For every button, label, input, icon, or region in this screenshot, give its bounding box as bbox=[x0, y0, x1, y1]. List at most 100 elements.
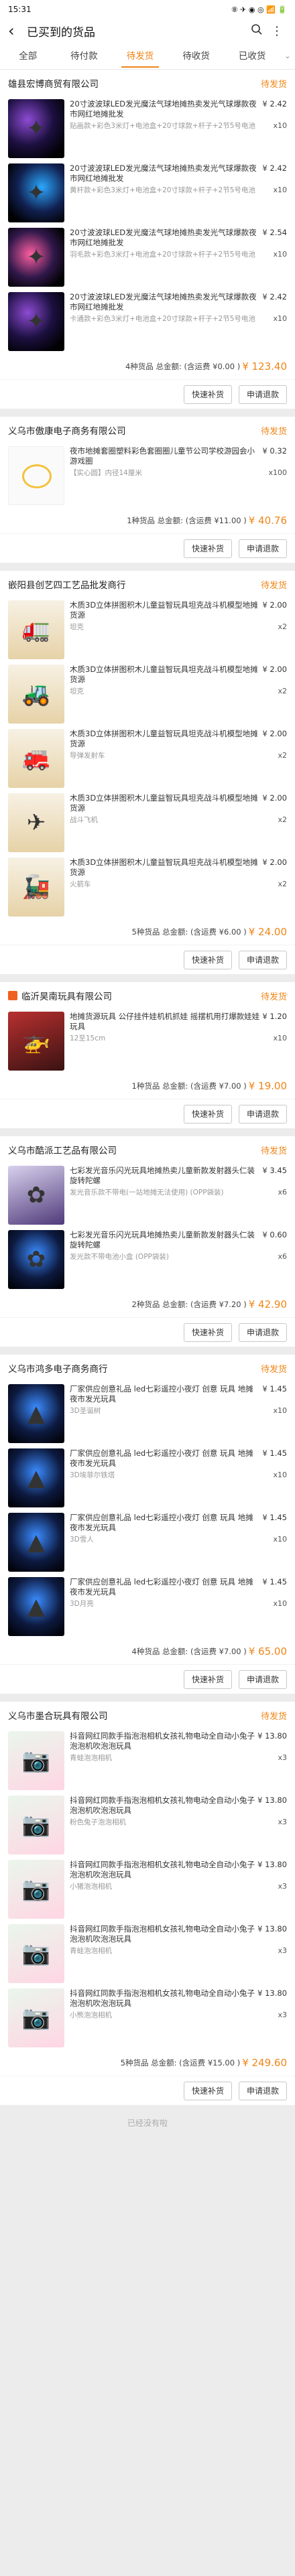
order-item[interactable]: ✦ 20寸波波球LED发光魔法气球地摊热卖发光气球爆款夜市网红地摊批发 ¥ 2.42… bbox=[0, 96, 295, 161]
product-thumbnail[interactable]: 📷 bbox=[8, 1860, 64, 1919]
order-item[interactable]: ✿ 七彩发光音乐闪光玩具地摊热卖儿童新款发射器头仁装旋转陀螺 ¥ 0.60 发光款不带… bbox=[0, 1227, 295, 1292]
request-refund-button[interactable]: 申请退款 bbox=[238, 950, 287, 969]
product-thumbnail[interactable]: ▲ bbox=[8, 1513, 64, 1572]
quick-restock-button[interactable]: 快速补货 bbox=[183, 385, 232, 404]
order-item[interactable]: ▲ 厂家供应创意礼品 led七彩遥控小夜灯 创意 玩具 地摊夜市发光玩具 ¥ 1.4… bbox=[0, 1381, 295, 1446]
product-name[interactable]: 夜市地摊套圈塑料彩色套圈圈儿童节公司学校游园会小游戏圈 bbox=[70, 446, 262, 466]
product-thumbnail[interactable]: ✈ bbox=[8, 793, 64, 852]
product-name[interactable]: 20寸波波球LED发光魔法气球地摊热卖发光气球爆款夜市网红地摊批发 bbox=[70, 163, 262, 184]
shop-name[interactable]: 义乌市酷派工艺品有限公司 bbox=[8, 1143, 261, 1156]
order-item[interactable]: ✿ 七彩发光音乐闪光玩具地摊热卖儿童新款发射器头仁装旋转陀螺 ¥ 3.45 发光音乐款… bbox=[0, 1163, 295, 1227]
product-thumbnail[interactable]: 🚁 bbox=[8, 1012, 64, 1071]
product-name[interactable]: 厂家供应创意礼品 led七彩遥控小夜灯 创意 玩具 地摊夜市发光玩具 bbox=[70, 1384, 262, 1404]
product-name[interactable]: 厂家供应创意礼品 led七彩遥控小夜灯 创意 玩具 地摊夜市发光玩具 bbox=[70, 1577, 262, 1597]
product-name[interactable]: 厂家供应创意礼品 led七彩遥控小夜灯 创意 玩具 地摊夜市发光玩具 bbox=[70, 1448, 262, 1469]
product-thumbnail[interactable]: 📷 bbox=[8, 1924, 64, 1983]
product-name[interactable]: 地摊货源玩具 公仔挂件娃机机抓娃 摇摆机用打爆款娃娃玩具 bbox=[70, 1012, 262, 1032]
shop-header[interactable]: 义乌市傲康电子商务有限公司 待发货 bbox=[0, 417, 295, 444]
shop-name[interactable]: 临沂昊南玩具有限公司 bbox=[21, 989, 261, 1002]
product-thumbnail[interactable]: ▲ bbox=[8, 1384, 64, 1443]
product-name[interactable]: 七彩发光音乐闪光玩具地摊热卖儿童新款发射器头仁装旋转陀螺 bbox=[70, 1230, 262, 1250]
quick-restock-button[interactable]: 快速补货 bbox=[183, 1104, 232, 1124]
order-item[interactable]: 🚒 木质3D立体拼图积木儿童益智玩具坦克战斗机模型地摊货源 ¥ 2.00 导弹发射车 x… bbox=[0, 726, 295, 791]
product-name[interactable]: 抖音网红同款手指泡泡相机女孩礼物电动全自动小兔子泡泡机吹泡泡玩具 bbox=[70, 1731, 257, 1751]
order-item[interactable]: 夜市地摊套圈塑料彩色套圈圈儿童节公司学校游园会小游戏圈 ¥ 0.32 【实心圆】内径… bbox=[0, 444, 295, 508]
order-item[interactable]: ✦ 20寸波波球LED发光魔法气球地摊热卖发光气球爆款夜市网红地摊批发 ¥ 2.42… bbox=[0, 161, 295, 225]
product-thumbnail[interactable]: ✦ bbox=[8, 99, 64, 158]
quick-restock-button[interactable]: 快速补货 bbox=[183, 539, 232, 558]
chevron-down-icon[interactable]: ⌄ bbox=[280, 43, 295, 70]
tab-all[interactable]: 全部 bbox=[0, 43, 56, 70]
shop-name[interactable]: 嵌阳县创艺四工艺品批发商行 bbox=[8, 578, 261, 591]
product-thumbnail[interactable] bbox=[8, 446, 64, 505]
quick-restock-button[interactable]: 快速补货 bbox=[183, 1670, 232, 1689]
request-refund-button[interactable]: 申请退款 bbox=[238, 1323, 287, 1342]
product-name[interactable]: 木质3D立体拼图积木儿童益智玩具坦克战斗机模型地摊货源 bbox=[70, 600, 262, 620]
product-thumbnail[interactable]: 🚛 bbox=[8, 600, 64, 659]
tab-pending-receipt[interactable]: 待收货 bbox=[168, 43, 225, 70]
product-thumbnail[interactable]: ✿ bbox=[8, 1230, 64, 1289]
shop-name[interactable]: 义乌市鸿多电子商务商行 bbox=[8, 1361, 261, 1375]
product-thumbnail[interactable]: ✦ bbox=[8, 163, 64, 222]
product-name[interactable]: 木质3D立体拼图积木儿童益智玩具坦克战斗机模型地摊货源 bbox=[70, 665, 262, 685]
product-name[interactable]: 抖音网红同款手指泡泡相机女孩礼物电动全自动小兔子泡泡机吹泡泡玩具 bbox=[70, 1795, 257, 1816]
product-name[interactable]: 抖音网红同款手指泡泡相机女孩礼物电动全自动小兔子泡泡机吹泡泡玩具 bbox=[70, 1988, 257, 2009]
request-refund-button[interactable]: 申请退款 bbox=[238, 539, 287, 558]
order-item[interactable]: 📷 抖音网红同款手指泡泡相机女孩礼物电动全自动小兔子泡泡机吹泡泡玩具 ¥ 13.80… bbox=[0, 1857, 295, 1921]
product-name[interactable]: 七彩发光音乐闪光玩具地摊热卖儿童新款发射器头仁装旋转陀螺 bbox=[70, 1166, 262, 1186]
order-item[interactable]: ✈ 木质3D立体拼图积木儿童益智玩具坦克战斗机模型地摊货源 ¥ 2.00 战斗飞机 x2 bbox=[0, 791, 295, 855]
shop-header[interactable]: 义乌市墨合玩具有限公司 待发货 bbox=[0, 1702, 295, 1728]
product-thumbnail[interactable]: 🚂 bbox=[8, 858, 64, 917]
request-refund-button[interactable]: 申请退款 bbox=[238, 1670, 287, 1689]
order-item[interactable]: 🚁 地摊货源玩具 公仔挂件娃机机抓娃 摇摆机用打爆款娃娃玩具 ¥ 1.20 12至15… bbox=[0, 1009, 295, 1073]
product-thumbnail[interactable]: 🚜 bbox=[8, 665, 64, 724]
shop-header[interactable]: 义乌市酷派工艺品有限公司 待发货 bbox=[0, 1136, 295, 1163]
order-item[interactable]: ✦ 20寸波波球LED发光魔法气球地摊热卖发光气球爆款夜市网红地摊批发 ¥ 2.42… bbox=[0, 289, 295, 354]
product-thumbnail[interactable]: 📷 bbox=[8, 1731, 64, 1790]
product-name[interactable]: 木质3D立体拼图积木儿童益智玩具坦克战斗机模型地摊货源 bbox=[70, 858, 262, 878]
shop-name[interactable]: 义乌市墨合玩具有限公司 bbox=[8, 1708, 261, 1722]
tab-pending-payment[interactable]: 待付款 bbox=[56, 43, 113, 70]
order-item[interactable]: 📷 抖音网红同款手指泡泡相机女孩礼物电动全自动小兔子泡泡机吹泡泡玩具 ¥ 13.80… bbox=[0, 1728, 295, 1793]
search-icon[interactable] bbox=[247, 23, 267, 39]
order-item[interactable]: 🚛 木质3D立体拼图积木儿童益智玩具坦克战斗机模型地摊货源 ¥ 2.00 坦克 x2 bbox=[0, 598, 295, 662]
product-thumbnail[interactable]: ✦ bbox=[8, 228, 64, 287]
order-item[interactable]: 🚜 木质3D立体拼图积木儿童益智玩具坦克战斗机模型地摊货源 ¥ 2.00 坦克 x2 bbox=[0, 662, 295, 726]
product-name[interactable]: 抖音网红同款手指泡泡相机女孩礼物电动全自动小兔子泡泡机吹泡泡玩具 bbox=[70, 1860, 257, 1880]
product-name[interactable]: 厂家供应创意礼品 led七彩遥控小夜灯 创意 玩具 地摊夜市发光玩具 bbox=[70, 1513, 262, 1533]
shop-header[interactable]: 雄县宏博商贸有限公司 待发货 bbox=[0, 70, 295, 96]
product-thumbnail[interactable]: ✿ bbox=[8, 1166, 64, 1225]
shop-name[interactable]: 义乌市傲康电子商务有限公司 bbox=[8, 423, 261, 437]
product-name[interactable]: 20寸波波球LED发光魔法气球地摊热卖发光气球爆款夜市网红地摊批发 bbox=[70, 99, 262, 119]
shop-header[interactable]: 临沂昊南玩具有限公司 待发货 bbox=[0, 982, 295, 1009]
product-name[interactable]: 抖音网红同款手指泡泡相机女孩礼物电动全自动小兔子泡泡机吹泡泡玩具 bbox=[70, 1924, 257, 1944]
product-name[interactable]: 20寸波波球LED发光魔法气球地摊热卖发光气球爆款夜市网红地摊批发 bbox=[70, 228, 262, 248]
product-thumbnail[interactable]: 📷 bbox=[8, 1795, 64, 1854]
shop-header[interactable]: 义乌市鸿多电子商务商行 待发货 bbox=[0, 1355, 295, 1381]
quick-restock-button[interactable]: 快速补货 bbox=[183, 1323, 232, 1342]
back-arrow-icon[interactable]: ‹ bbox=[8, 23, 27, 39]
quick-restock-button[interactable]: 快速补货 bbox=[183, 2081, 232, 2100]
request-refund-button[interactable]: 申请退款 bbox=[238, 385, 287, 404]
quick-restock-button[interactable]: 快速补货 bbox=[183, 950, 232, 969]
order-item[interactable]: 🚂 木质3D立体拼图积木儿童益智玩具坦克战斗机模型地摊货源 ¥ 2.00 火箭车 x2 bbox=[0, 855, 295, 919]
order-item[interactable]: ✦ 20寸波波球LED发光魔法气球地摊热卖发光气球爆款夜市网红地摊批发 ¥ 2.54… bbox=[0, 225, 295, 289]
more-options-icon[interactable]: ⋮ bbox=[267, 24, 287, 38]
order-item[interactable]: 📷 抖音网红同款手指泡泡相机女孩礼物电动全自动小兔子泡泡机吹泡泡玩具 ¥ 13.80… bbox=[0, 1986, 295, 2050]
order-item[interactable]: 📷 抖音网红同款手指泡泡相机女孩礼物电动全自动小兔子泡泡机吹泡泡玩具 ¥ 13.80… bbox=[0, 1793, 295, 1857]
product-thumbnail[interactable]: 🚒 bbox=[8, 729, 64, 788]
product-thumbnail[interactable]: ▲ bbox=[8, 1577, 64, 1636]
shop-header[interactable]: 嵌阳县创艺四工艺品批发商行 待发货 bbox=[0, 571, 295, 598]
order-item[interactable]: ▲ 厂家供应创意礼品 led七彩遥控小夜灯 创意 玩具 地摊夜市发光玩具 ¥ 1.4… bbox=[0, 1510, 295, 1574]
shop-name[interactable]: 雄县宏博商贸有限公司 bbox=[8, 76, 261, 90]
order-item[interactable]: ▲ 厂家供应创意礼品 led七彩遥控小夜灯 创意 玩具 地摊夜市发光玩具 ¥ 1.4… bbox=[0, 1574, 295, 1639]
order-item[interactable]: ▲ 厂家供应创意礼品 led七彩遥控小夜灯 创意 玩具 地摊夜市发光玩具 ¥ 1.4… bbox=[0, 1446, 295, 1510]
product-name[interactable]: 木质3D立体拼图积木儿童益智玩具坦克战斗机模型地摊货源 bbox=[70, 793, 262, 813]
product-thumbnail[interactable]: 📷 bbox=[8, 1988, 64, 2047]
product-thumbnail[interactable]: ✦ bbox=[8, 292, 64, 351]
product-name[interactable]: 木质3D立体拼图积木儿童益智玩具坦克战斗机模型地摊货源 bbox=[70, 729, 262, 749]
tab-received[interactable]: 已收货 bbox=[224, 43, 280, 70]
request-refund-button[interactable]: 申请退款 bbox=[238, 2081, 287, 2100]
request-refund-button[interactable]: 申请退款 bbox=[238, 1104, 287, 1124]
product-name[interactable]: 20寸波波球LED发光魔法气球地摊热卖发光气球爆款夜市网红地摊批发 bbox=[70, 292, 262, 312]
